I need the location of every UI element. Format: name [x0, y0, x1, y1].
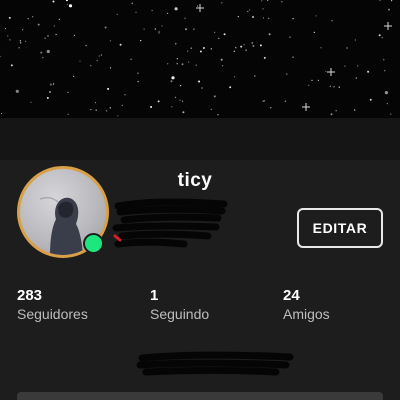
- followers-label: Seguidores: [17, 306, 88, 322]
- profile-screen: ticy EDITAR 283 Seguidores 1 Seguindo 24…: [0, 0, 400, 400]
- profile-banner-starry-sky[interactable]: [0, 0, 400, 118]
- following-count: 1: [150, 287, 159, 304]
- following-stat[interactable]: 1 Seguindo: [150, 287, 209, 323]
- friends-stat[interactable]: 24 Amigos: [283, 287, 330, 323]
- friends-count: 24: [283, 287, 300, 304]
- following-label: Seguindo: [150, 306, 210, 322]
- online-status-dot: [83, 233, 104, 254]
- username: ticy: [177, 170, 213, 191]
- redacted-bio: [136, 351, 294, 376]
- stars-image: [0, 0, 393, 117]
- friends-label: Amigos: [283, 306, 330, 322]
- followers-count: 283: [17, 287, 43, 304]
- followers-stat[interactable]: 283 Seguidores: [17, 287, 88, 323]
- banner-bottom-band: [0, 118, 400, 160]
- redacted-display-name: [112, 198, 228, 248]
- bottom-action-bar[interactable]: [17, 392, 383, 400]
- edit-profile-button[interactable]: EDITAR: [297, 208, 383, 248]
